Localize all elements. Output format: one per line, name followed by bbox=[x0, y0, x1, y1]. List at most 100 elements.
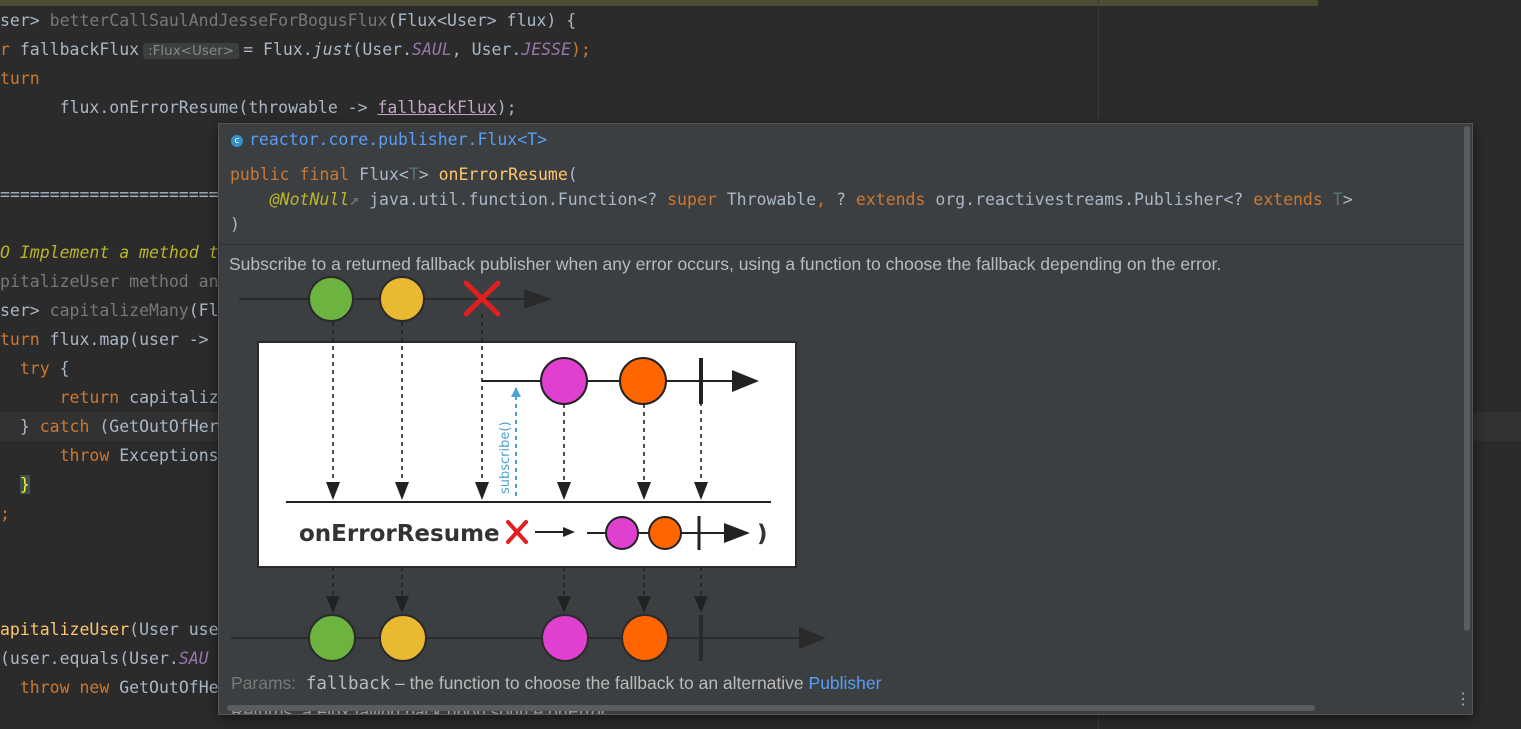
source-marble-green bbox=[308, 276, 354, 322]
result-marble-yellow bbox=[379, 614, 427, 662]
code-token: T bbox=[1332, 190, 1343, 209]
package-name[interactable]: reactor.core.publisher.Flux<T> bbox=[249, 130, 547, 149]
code-token: flux.map(user -> bbox=[49, 330, 209, 349]
code-token: (GetOutOfHer bbox=[99, 417, 219, 436]
code-line[interactable]: } catch (GetOutOfHer bbox=[0, 416, 219, 438]
code-token: Exceptions bbox=[119, 446, 219, 465]
code-token: ); bbox=[570, 40, 591, 59]
code-token: ); bbox=[496, 98, 517, 117]
result-marble-orange bbox=[621, 614, 669, 662]
source-marble-yellow bbox=[379, 276, 425, 322]
type-hint: :Flux<User> bbox=[143, 43, 240, 59]
code-token: turn bbox=[0, 69, 40, 88]
code-token: extends bbox=[855, 190, 936, 209]
operator-label: onErrorResume bbox=[299, 521, 500, 547]
code-line[interactable]: (user.equals(User.SAU bbox=[0, 648, 209, 670]
package-header[interactable]: c reactor.core.publisher.Flux<T> bbox=[231, 130, 547, 149]
code-line[interactable]: } bbox=[0, 474, 30, 496]
code-token: (user.equals(User. bbox=[0, 649, 179, 668]
code-token: just bbox=[312, 40, 353, 59]
code-token: catch bbox=[39, 417, 100, 436]
vertical-scrollbar[interactable] bbox=[1464, 126, 1470, 631]
code-token: ser> bbox=[0, 11, 50, 30]
code-token: throw new bbox=[19, 678, 120, 697]
code-token: ) bbox=[230, 215, 240, 234]
code-token: org.reactivestreams.Publisher<? bbox=[935, 190, 1254, 209]
code-token: ser> bbox=[0, 301, 50, 320]
class-icon: c bbox=[231, 134, 243, 147]
code-token: betterCallSaulAndJesseForBogusFlux bbox=[49, 11, 388, 30]
code-line[interactable]: ; bbox=[0, 503, 10, 525]
code-line[interactable]: return capitaliz bbox=[0, 387, 219, 409]
result-marble-green bbox=[308, 614, 356, 662]
fallback-marble-orange bbox=[619, 357, 667, 405]
code-line[interactable]: turn bbox=[0, 68, 40, 90]
code-line[interactable]: throw new GetOutOfHe bbox=[0, 677, 219, 699]
code-token: , bbox=[816, 190, 837, 209]
horizontal-scrollbar[interactable] bbox=[227, 705, 1315, 711]
signature-line-2: @NotNull↗ java.util.function.Function<? … bbox=[230, 190, 1353, 209]
signature-line-3: ) bbox=[230, 215, 240, 234]
code-token: java.util.function.Function<? bbox=[369, 190, 668, 209]
code-token: Throwable bbox=[726, 190, 817, 209]
subscribe-label: subscribe() bbox=[498, 421, 513, 494]
result-marble-magenta bbox=[541, 614, 589, 662]
code-token: GetOutOfHe bbox=[119, 678, 219, 697]
code-line[interactable]: apitalizeUser(User use bbox=[0, 619, 219, 641]
publisher-link[interactable]: Publisher bbox=[809, 673, 882, 693]
code-line[interactable]: throw Exceptions bbox=[0, 445, 219, 467]
code-token: capitalizeMany bbox=[49, 301, 189, 320]
code-token: extends bbox=[1253, 190, 1333, 209]
code-token: flux.onErrorResume(throwable -> bbox=[0, 98, 378, 117]
code-line[interactable]: O Implement a method t bbox=[0, 242, 219, 264]
code-token: T bbox=[408, 165, 419, 184]
code-token: (Fl bbox=[188, 301, 219, 320]
code-line[interactable]: r fallbackFlux:Flux<User> = Flux.just(Use… bbox=[0, 39, 591, 61]
source-timeline-arrow bbox=[524, 289, 552, 309]
signature-line-1: public final Flux<T> onErrorResume( bbox=[230, 165, 578, 184]
code-token: return bbox=[59, 388, 130, 407]
code-token: , User. bbox=[451, 40, 522, 59]
code-line[interactable]: flux.onErrorResume(throwable -> fallback… bbox=[0, 97, 517, 119]
code-line[interactable]: pitalizeUser method an bbox=[0, 271, 219, 293]
fallback-marble-magenta bbox=[540, 357, 588, 405]
svg-text:): ) bbox=[757, 521, 768, 547]
code-token: = Flux. bbox=[243, 40, 313, 59]
code-token: onErrorResume bbox=[438, 165, 568, 184]
code-token: { bbox=[59, 359, 70, 378]
code-token: capitaliz bbox=[129, 388, 219, 407]
code-line[interactable]: turn flux.map(user -> bbox=[0, 329, 209, 351]
quick-documentation-popup[interactable]: c reactor.core.publisher.Flux<T> public f… bbox=[218, 123, 1473, 715]
code-token: SAUL bbox=[412, 40, 452, 59]
code-token: public final bbox=[230, 165, 360, 184]
code-token: JESSE bbox=[521, 40, 571, 59]
code-token: super bbox=[667, 190, 727, 209]
marble-diagram: subscribe() onErrorResume ) bbox=[231, 276, 826, 662]
highlight-bar bbox=[0, 0, 1318, 6]
code-token: throw bbox=[59, 446, 120, 465]
code-token: apitalizeUser bbox=[0, 620, 130, 639]
code-token: O Implement a method t bbox=[0, 243, 219, 262]
code-token: ( bbox=[567, 165, 578, 184]
code-token: SAU bbox=[178, 649, 209, 668]
code-token: try bbox=[19, 359, 60, 378]
code-token: > bbox=[1342, 190, 1353, 209]
code-token: fallbackFlux bbox=[19, 40, 140, 59]
code-token: ? bbox=[836, 190, 856, 209]
params-section: Params: fallback – the function to choos… bbox=[231, 673, 881, 694]
code-token: @NotNull bbox=[269, 190, 350, 209]
more-options-icon[interactable]: ⋮ bbox=[1455, 689, 1471, 708]
code-line[interactable]: try { bbox=[0, 358, 70, 380]
code-token: ↗ bbox=[349, 190, 370, 209]
code-token: r bbox=[0, 40, 20, 59]
code-token: Flux< bbox=[359, 165, 409, 184]
code-token: > bbox=[418, 165, 439, 184]
code-token: (User use bbox=[129, 620, 219, 639]
code-line[interactable]: ser> capitalizeMany(Fl bbox=[0, 300, 219, 322]
code-line[interactable]: ser> betterCallSaulAndJesseForBogusFlux(… bbox=[0, 10, 576, 32]
